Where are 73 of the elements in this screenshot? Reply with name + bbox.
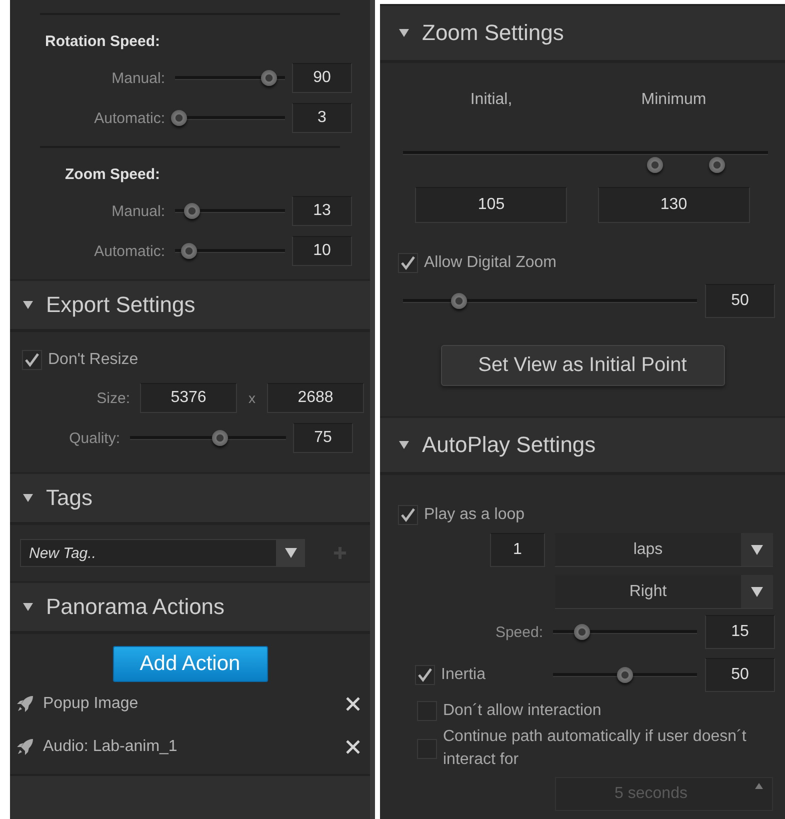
collapse-triangle-icon[interactable] — [22, 492, 34, 504]
slider-thumb[interactable] — [181, 243, 198, 259]
group-heading: Rotation Speed: — [45, 33, 161, 50]
checkbox-label: Play as a loop — [424, 506, 525, 524]
height-field[interactable]: 2688 — [267, 383, 364, 413]
slider-thumb[interactable] — [617, 667, 633, 683]
action-label[interactable]: Audio: Lab-anim_1 — [43, 738, 338, 756]
value-field[interactable]: 50 — [705, 284, 775, 318]
slider-thumb[interactable] — [646, 157, 663, 173]
column-label: Initial, — [469, 91, 514, 109]
slider-thumb[interactable] — [171, 110, 188, 126]
close-icon[interactable] — [346, 740, 360, 754]
collapse-triangle-icon[interactable] — [22, 299, 34, 311]
caret-icon[interactable] — [277, 539, 305, 567]
value-field[interactable]: 50 — [705, 658, 775, 692]
slider-thumb[interactable] — [708, 157, 725, 173]
slider-label: Manual: — [110, 70, 166, 86]
slider-label: Quality: — [68, 430, 121, 446]
slider-thumb[interactable] — [450, 293, 467, 309]
action-label[interactable]: Popup Image — [43, 694, 338, 712]
section-title: Tags — [46, 485, 92, 511]
checkbox-label: Don´t allow interaction — [443, 702, 602, 720]
value-field[interactable]: 13 — [292, 196, 352, 226]
rocket-icon — [15, 736, 35, 756]
section-header[interactable]: Export Settings — [10, 279, 370, 332]
checkbox-label: Inertia — [441, 666, 486, 684]
checkbox[interactable] — [415, 665, 435, 685]
slider-thumb[interactable] — [184, 203, 200, 219]
slider-thumb[interactable] — [260, 70, 276, 86]
slider-label: Automatic: — [93, 242, 166, 260]
value-field[interactable]: 90 — [292, 63, 352, 93]
direction-dropdown[interactable]: Right — [555, 575, 773, 609]
value-field[interactable]: 3 — [292, 103, 352, 133]
caret-icon[interactable] — [741, 575, 773, 608]
checkbox-label: Allow Digital Zoom — [424, 254, 556, 272]
value-field[interactable]: 15 — [705, 615, 775, 649]
slider-thumb[interactable] — [574, 624, 590, 640]
checkbox-label: Continue path automatically if user doesn´t interact for — [443, 727, 748, 770]
section-title: Export Settings — [46, 292, 196, 318]
size-label: Size: — [96, 390, 131, 406]
slider-label: Manual: — [110, 202, 166, 220]
rocket-icon — [15, 694, 35, 714]
slider-label: Automatic: — [93, 110, 166, 126]
laps-field[interactable]: 1 — [490, 533, 545, 567]
value-field[interactable]: 10 — [292, 236, 352, 266]
tag-field[interactable]: New Tag.. — [20, 539, 277, 567]
section-header[interactable]: Tags — [10, 472, 370, 525]
section-header[interactable]: AutoPlay Settings — [380, 416, 785, 475]
set-view-button[interactable]: Set View as Initial Point — [440, 345, 724, 386]
collapse-triangle-icon[interactable] — [22, 601, 34, 613]
checkbox[interactable] — [398, 253, 418, 273]
initial-zoom-field[interactable]: 105 — [415, 187, 568, 223]
slider-thumb[interactable] — [212, 430, 228, 446]
times-sign: x — [248, 390, 256, 406]
section-title: AutoPlay Settings — [422, 432, 596, 458]
collapse-triangle-icon[interactable] — [398, 27, 410, 39]
slider-label: Speed: — [494, 624, 544, 640]
section-header[interactable]: Panorama Actions — [10, 581, 370, 634]
group-heading: Zoom Speed: — [65, 166, 162, 183]
checkbox[interactable] — [398, 505, 418, 525]
section-title: Zoom Settings — [422, 20, 564, 46]
caret-icon[interactable] — [741, 533, 773, 566]
checkbox-label: Don't Resize — [48, 351, 138, 369]
close-icon[interactable] — [346, 696, 360, 710]
section-title: Panorama Actions — [46, 594, 225, 620]
laps-dropdown[interactable]: laps — [555, 533, 773, 567]
collapse-triangle-icon[interactable] — [398, 439, 410, 451]
minimum-zoom-field[interactable]: 130 — [598, 187, 750, 223]
width-field[interactable]: 5376 — [140, 383, 237, 413]
value-field[interactable]: 75 — [293, 423, 353, 453]
checkbox[interactable] — [22, 350, 42, 370]
column-label: Minimum — [640, 91, 708, 109]
section-header[interactable]: Zoom Settings — [380, 4, 785, 63]
